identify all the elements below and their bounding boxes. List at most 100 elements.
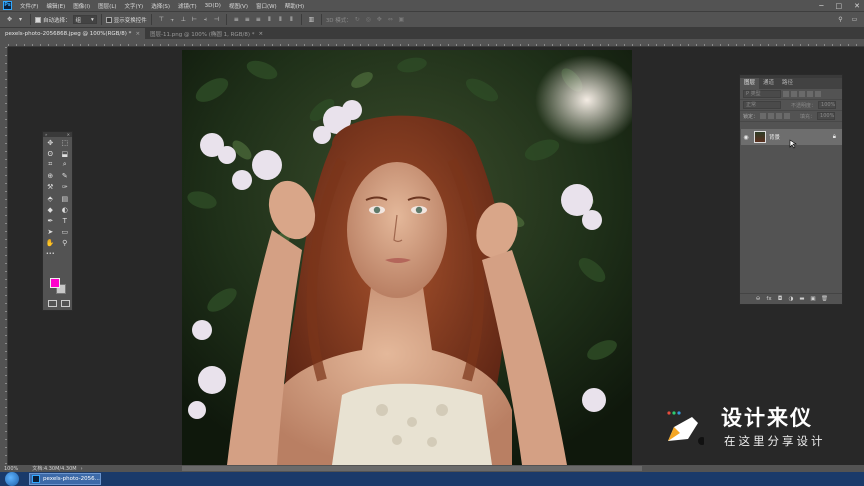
layer-filter-dropdown[interactable]: P 类型 bbox=[743, 90, 781, 98]
3d-roll-icon[interactable]: ◎ bbox=[365, 16, 372, 23]
crop-tool-icon[interactable]: ⌗ bbox=[45, 160, 55, 170]
hand-tool-icon[interactable]: ✋ bbox=[45, 238, 55, 248]
add-mask-icon[interactable]: ◘ bbox=[777, 296, 783, 302]
filter-shape-icon[interactable] bbox=[807, 91, 813, 97]
link-layers-icon[interactable]: ⊖ bbox=[755, 296, 761, 302]
close-icon[interactable]: × bbox=[135, 31, 140, 37]
menu-image[interactable]: 图像(I) bbox=[69, 2, 94, 10]
collapse-icon[interactable]: » bbox=[45, 132, 47, 137]
search-icon[interactable]: ⚲ bbox=[837, 16, 844, 23]
auto-select-target-dropdown[interactable]: 组 ▾ bbox=[72, 15, 97, 24]
minimize-icon[interactable]: ─ bbox=[819, 2, 823, 10]
visibility-eye-icon[interactable]: ◉ bbox=[741, 134, 751, 141]
marquee-tool-icon[interactable]: ⬚ bbox=[60, 138, 70, 148]
menu-view[interactable]: 视图(V) bbox=[225, 2, 252, 10]
filter-pixel-icon[interactable] bbox=[783, 91, 789, 97]
history-brush-tool-icon[interactable]: ✑ bbox=[60, 182, 70, 192]
align-hcenter-icon[interactable]: ⫞ bbox=[202, 16, 209, 23]
shape-tool-icon[interactable]: ▭ bbox=[60, 227, 70, 237]
pen-tool-icon[interactable]: ✒ bbox=[45, 216, 55, 226]
menu-file[interactable]: 文件(F) bbox=[16, 2, 42, 10]
taskbar-photoshop-item[interactable]: pexels-photo-2056... bbox=[29, 473, 101, 485]
filter-adjustment-icon[interactable] bbox=[791, 91, 797, 97]
distribute-bottom-icon[interactable]: ≡ bbox=[255, 16, 262, 23]
menu-edit[interactable]: 编辑(E) bbox=[42, 2, 69, 10]
align-left-icon[interactable]: ⊢ bbox=[191, 16, 198, 23]
lock-position-icon[interactable] bbox=[776, 113, 783, 119]
vertical-ruler[interactable] bbox=[0, 47, 8, 465]
start-button-icon[interactable] bbox=[5, 472, 19, 486]
document-info[interactable]: 文档:4.30M/4.30M bbox=[32, 465, 76, 472]
3d-pan-icon[interactable]: ✥ bbox=[376, 16, 383, 23]
tool-preset-dropdown-icon[interactable]: ▾ bbox=[17, 16, 24, 23]
show-transform-controls-checkbox[interactable] bbox=[105, 16, 112, 23]
auto-select-checkbox[interactable] bbox=[35, 16, 41, 23]
3d-slide-icon[interactable]: ⇔ bbox=[387, 16, 394, 23]
close-icon[interactable]: ✕ bbox=[67, 132, 70, 137]
auto-align-icon[interactable]: ▥ bbox=[308, 16, 315, 23]
horizontal-scrollbar[interactable] bbox=[182, 466, 642, 471]
dodge-tool-icon[interactable]: ◐ bbox=[60, 205, 70, 215]
tab-pexels-photo[interactable]: pexels-photo-2056868.jpeg @ 100%(RGB/8) … bbox=[0, 28, 146, 39]
clone-stamp-tool-icon[interactable]: ⚒ bbox=[45, 182, 55, 192]
blend-mode-dropdown[interactable]: 正常 bbox=[743, 101, 781, 109]
distribute-right-icon[interactable]: ⦀ bbox=[288, 16, 295, 23]
lock-all-icon[interactable] bbox=[784, 113, 791, 119]
lasso-tool-icon[interactable]: ʘ bbox=[45, 149, 55, 159]
zoom-tool-icon[interactable]: ⚲ bbox=[60, 238, 70, 248]
fx-icon[interactable]: fx bbox=[766, 296, 772, 302]
lock-transparent-icon[interactable] bbox=[760, 113, 767, 119]
trash-icon[interactable]: 🗑 bbox=[821, 296, 828, 302]
adjustment-layer-icon[interactable]: ◑ bbox=[788, 296, 794, 302]
distribute-vcenter-icon[interactable]: ≡ bbox=[244, 16, 251, 23]
horizontal-ruler[interactable] bbox=[8, 39, 864, 47]
move-tool-icon[interactable]: ✥ bbox=[45, 138, 55, 148]
foreground-color-swatch[interactable] bbox=[50, 278, 60, 288]
more-tools-icon[interactable]: ••• bbox=[45, 249, 55, 259]
type-tool-icon[interactable]: T bbox=[60, 216, 70, 226]
screen-mode-icon[interactable] bbox=[61, 300, 70, 307]
new-group-icon[interactable]: ▬ bbox=[799, 296, 805, 302]
close-icon[interactable]: ✕ bbox=[854, 2, 860, 10]
filter-type-icon[interactable] bbox=[799, 91, 805, 97]
maximize-icon[interactable]: □ bbox=[836, 2, 843, 10]
align-bottom-icon[interactable]: ⊥ bbox=[180, 16, 187, 23]
menu-window[interactable]: 窗口(W) bbox=[252, 2, 281, 10]
menu-select[interactable]: 选择(S) bbox=[147, 2, 174, 10]
quick-select-tool-icon[interactable]: ⬓ bbox=[60, 149, 70, 159]
new-layer-icon[interactable]: ▣ bbox=[810, 296, 816, 302]
zoom-level[interactable]: 100% bbox=[4, 466, 18, 472]
path-selection-tool-icon[interactable]: ➤ bbox=[45, 227, 55, 237]
canvas-photo[interactable] bbox=[182, 50, 632, 465]
align-vcenter-icon[interactable]: ⫟ bbox=[169, 16, 176, 23]
fill-field[interactable]: 100% bbox=[817, 112, 836, 120]
close-icon[interactable]: × bbox=[258, 31, 263, 37]
distribute-top-icon[interactable]: ≡ bbox=[233, 16, 240, 23]
menu-help[interactable]: 帮助(H) bbox=[281, 2, 308, 10]
distribute-left-icon[interactable]: ⦀ bbox=[266, 16, 273, 23]
eraser-tool-icon[interactable]: ⬘ bbox=[45, 194, 55, 204]
eyedropper-tool-icon[interactable]: ⌕ bbox=[60, 160, 70, 170]
menu-layer[interactable]: 图层(L) bbox=[94, 2, 120, 10]
tab-layer-11[interactable]: 图层-11.png @ 100% (椭圆 1, RGB/8) * × bbox=[145, 28, 269, 39]
workspace-icon[interactable]: ▭ bbox=[851, 16, 858, 23]
menu-filter[interactable]: 滤镜(T) bbox=[174, 2, 201, 10]
healing-brush-tool-icon[interactable]: ⊕ bbox=[45, 171, 55, 181]
quick-mask-icon[interactable] bbox=[48, 300, 57, 307]
menu-3d[interactable]: 3D(D) bbox=[201, 3, 225, 9]
tab-paths[interactable]: 路径 bbox=[778, 78, 797, 89]
blur-tool-icon[interactable]: ◆ bbox=[45, 205, 55, 215]
chevron-right-icon[interactable]: › bbox=[81, 466, 83, 472]
menu-type[interactable]: 文字(Y) bbox=[121, 2, 148, 10]
opacity-field[interactable]: 100% bbox=[818, 101, 837, 109]
brush-tool-icon[interactable]: ✎ bbox=[60, 171, 70, 181]
move-tool-icon[interactable]: ✥ bbox=[6, 16, 13, 23]
filter-smart-object-icon[interactable] bbox=[815, 91, 821, 97]
lock-icon[interactable]: 🔒︎ bbox=[833, 133, 836, 141]
align-top-icon[interactable]: ⊤ bbox=[158, 16, 165, 23]
distribute-hcenter-icon[interactable]: ⦀ bbox=[277, 16, 284, 23]
3d-scale-icon[interactable]: ▣ bbox=[398, 16, 405, 23]
gradient-tool-icon[interactable]: ▤ bbox=[60, 194, 70, 204]
tab-layers[interactable]: 图层 bbox=[740, 78, 760, 89]
tab-channels[interactable]: 通道 bbox=[759, 78, 778, 89]
